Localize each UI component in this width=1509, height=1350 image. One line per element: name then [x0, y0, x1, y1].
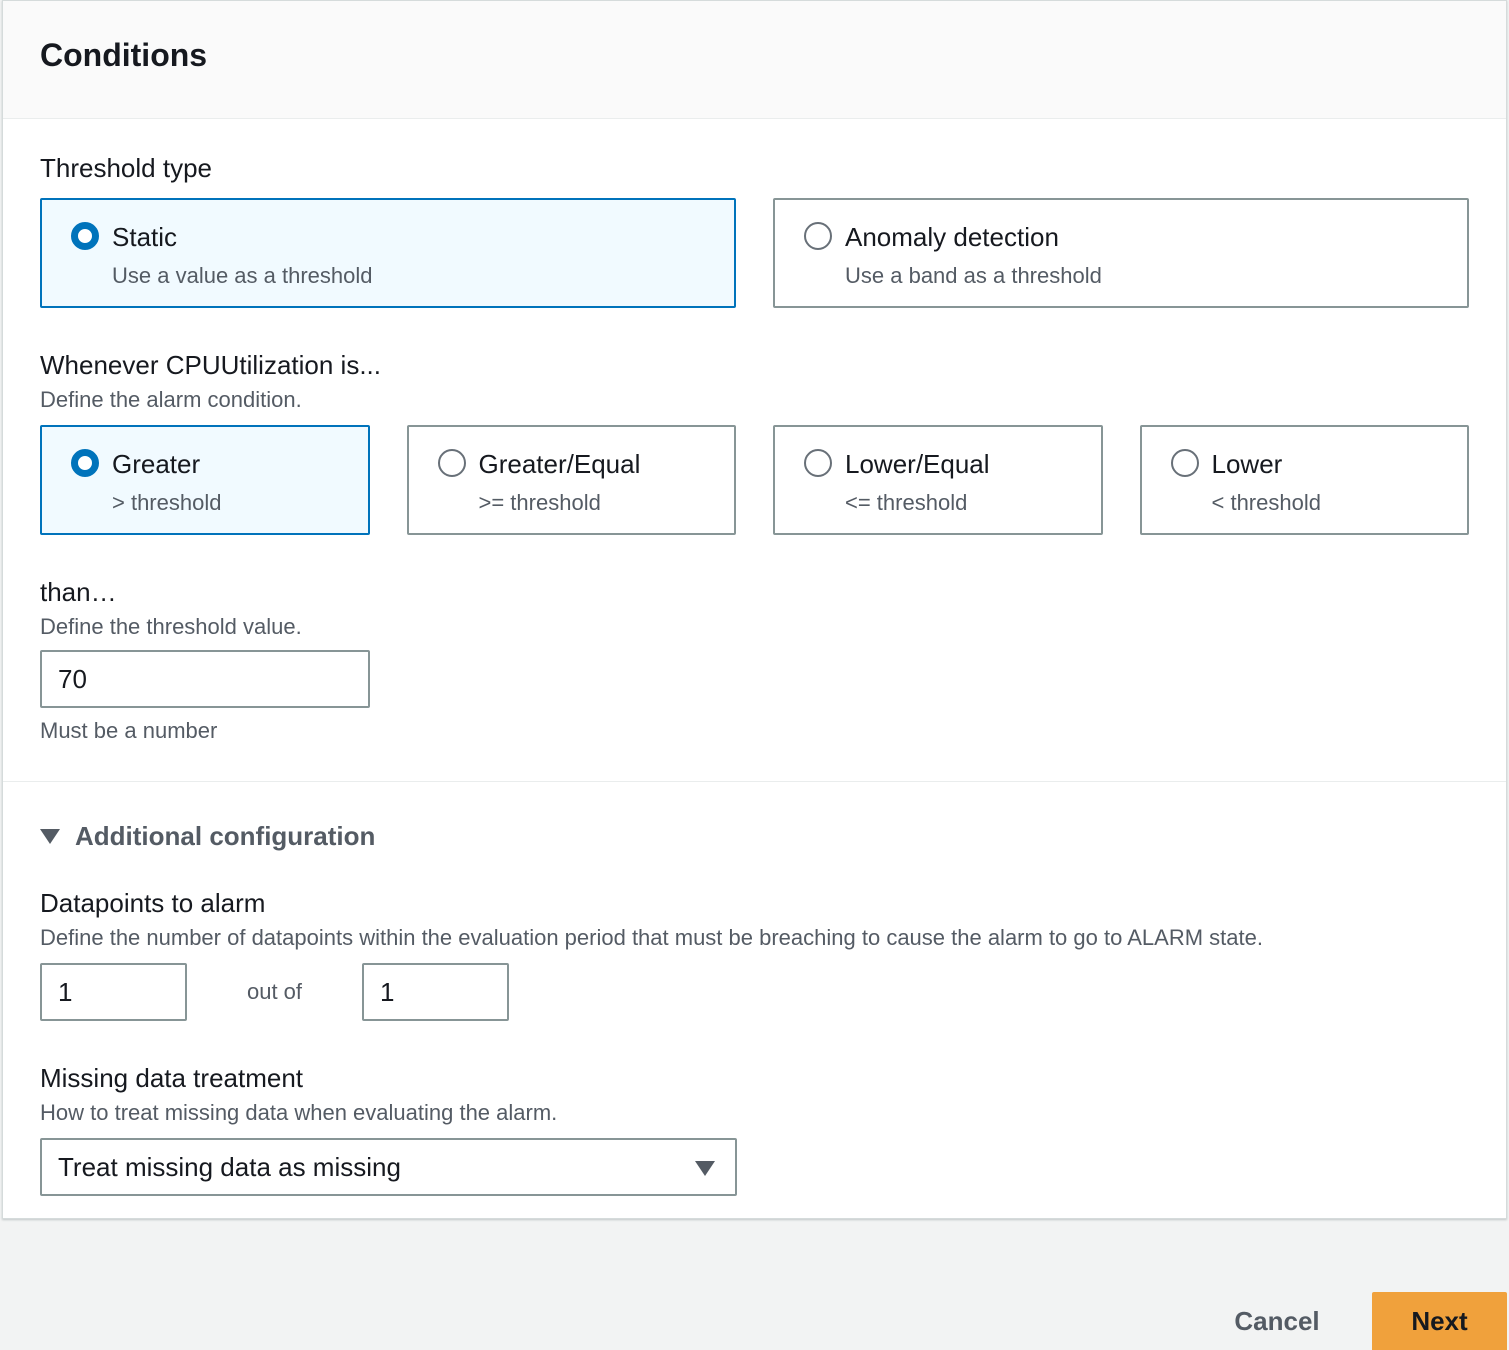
radio-unselected-icon[interactable] [1170, 449, 1199, 477]
tile-lower-equal[interactable]: Lower/Equal <= threshold [773, 425, 1103, 535]
threshold-input[interactable]: 70 [40, 650, 370, 708]
additional-config-label: Additional configuration [75, 821, 376, 851]
tile-anomaly-label: Anomaly detection [845, 222, 1059, 252]
threshold-type-label: Threshold type [40, 153, 212, 183]
out-of-label: out of [246, 979, 303, 1004]
tile-lower-label: Lower [1211, 449, 1283, 479]
conditions-panel: Conditions Threshold type Static Use a v… [2, 0, 1507, 1219]
additional-section: Additional configuration Datapoints to a… [3, 821, 1506, 1196]
tile-greater-equal[interactable]: Greater/Equal >= threshold [406, 425, 736, 535]
additional-config-toggle[interactable]: Additional configuration [40, 821, 1469, 852]
tile-anomaly-detection[interactable]: Anomaly detection Use a band as a thresh… [773, 198, 1469, 308]
tile-static-label: Static [112, 222, 178, 252]
datapoints-input[interactable]: 1 [40, 963, 187, 1021]
tile-greater-equal-desc: >= threshold [478, 490, 601, 515]
condition-desc: Define the alarm condition. [40, 387, 302, 412]
missing-data-selected: Treat missing data as missing [58, 1152, 401, 1182]
missing-data-select[interactable]: Treat missing data as missing [40, 1138, 737, 1196]
radio-unselected-icon[interactable] [437, 449, 466, 477]
tile-lower-equal-label: Lower/Equal [845, 449, 990, 479]
tile-greater-label: Greater [112, 449, 201, 479]
datapoints-desc: Define the number of datapoints within t… [40, 925, 1263, 950]
tile-lower[interactable]: Lower < threshold [1139, 425, 1469, 535]
tile-greater[interactable]: Greater > threshold [40, 425, 370, 535]
tile-anomaly-desc: Use a band as a threshold [845, 263, 1102, 288]
radio-unselected-icon[interactable] [804, 449, 832, 477]
tile-lower-equal-desc: <= threshold [845, 490, 968, 515]
missing-data-desc: How to treat missing data when evaluatin… [40, 1100, 558, 1125]
radio-unselected-icon[interactable] [804, 222, 832, 250]
missing-data-label: Missing data treatment [40, 1063, 304, 1093]
section-divider [3, 781, 1506, 782]
radio-selected-icon[interactable] [71, 222, 99, 250]
caret-down-icon [40, 829, 60, 844]
tile-static-desc: Use a value as a threshold [112, 263, 373, 288]
tile-greater-desc: > threshold [112, 490, 222, 515]
condition-label: Whenever CPUUtilization is... [40, 350, 381, 380]
datapoints-label: Datapoints to alarm [40, 888, 266, 918]
evaluation-periods-input[interactable]: 1 [362, 963, 509, 1021]
panel-title: Conditions [40, 37, 208, 73]
tile-lower-desc: < threshold [1211, 490, 1321, 515]
next-button[interactable]: Next [1372, 1292, 1507, 1350]
radio-selected-icon[interactable] [71, 449, 99, 477]
cancel-button[interactable]: Cancel [1218, 1292, 1336, 1350]
panel-header: Conditions [3, 1, 1506, 119]
tile-greater-equal-label: Greater/Equal [478, 449, 641, 479]
threshold-desc: Define the threshold value. [40, 614, 302, 639]
threshold-hint: Must be a number [40, 718, 218, 743]
threshold-label: than… [40, 577, 117, 607]
tile-static[interactable]: Static Use a value as a threshold [40, 198, 736, 308]
threshold-type-section: Threshold type Static Use a value as a t… [3, 119, 1506, 744]
dropdown-arrow-icon [695, 1161, 715, 1176]
